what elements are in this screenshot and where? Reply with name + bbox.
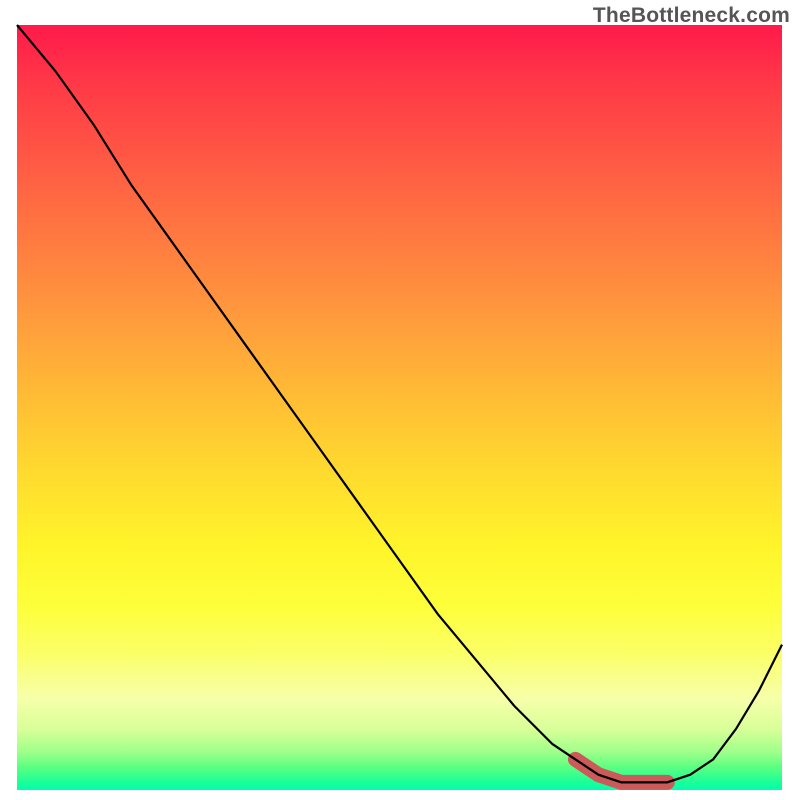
curve-layer: [17, 25, 782, 790]
chart-container: TheBottleneck.com: [0, 0, 800, 800]
plot-area: [17, 25, 782, 790]
bottleneck-curve: [17, 25, 782, 782]
highlight-optimal-region: [575, 759, 667, 782]
watermark-text: TheBottleneck.com: [593, 4, 790, 28]
